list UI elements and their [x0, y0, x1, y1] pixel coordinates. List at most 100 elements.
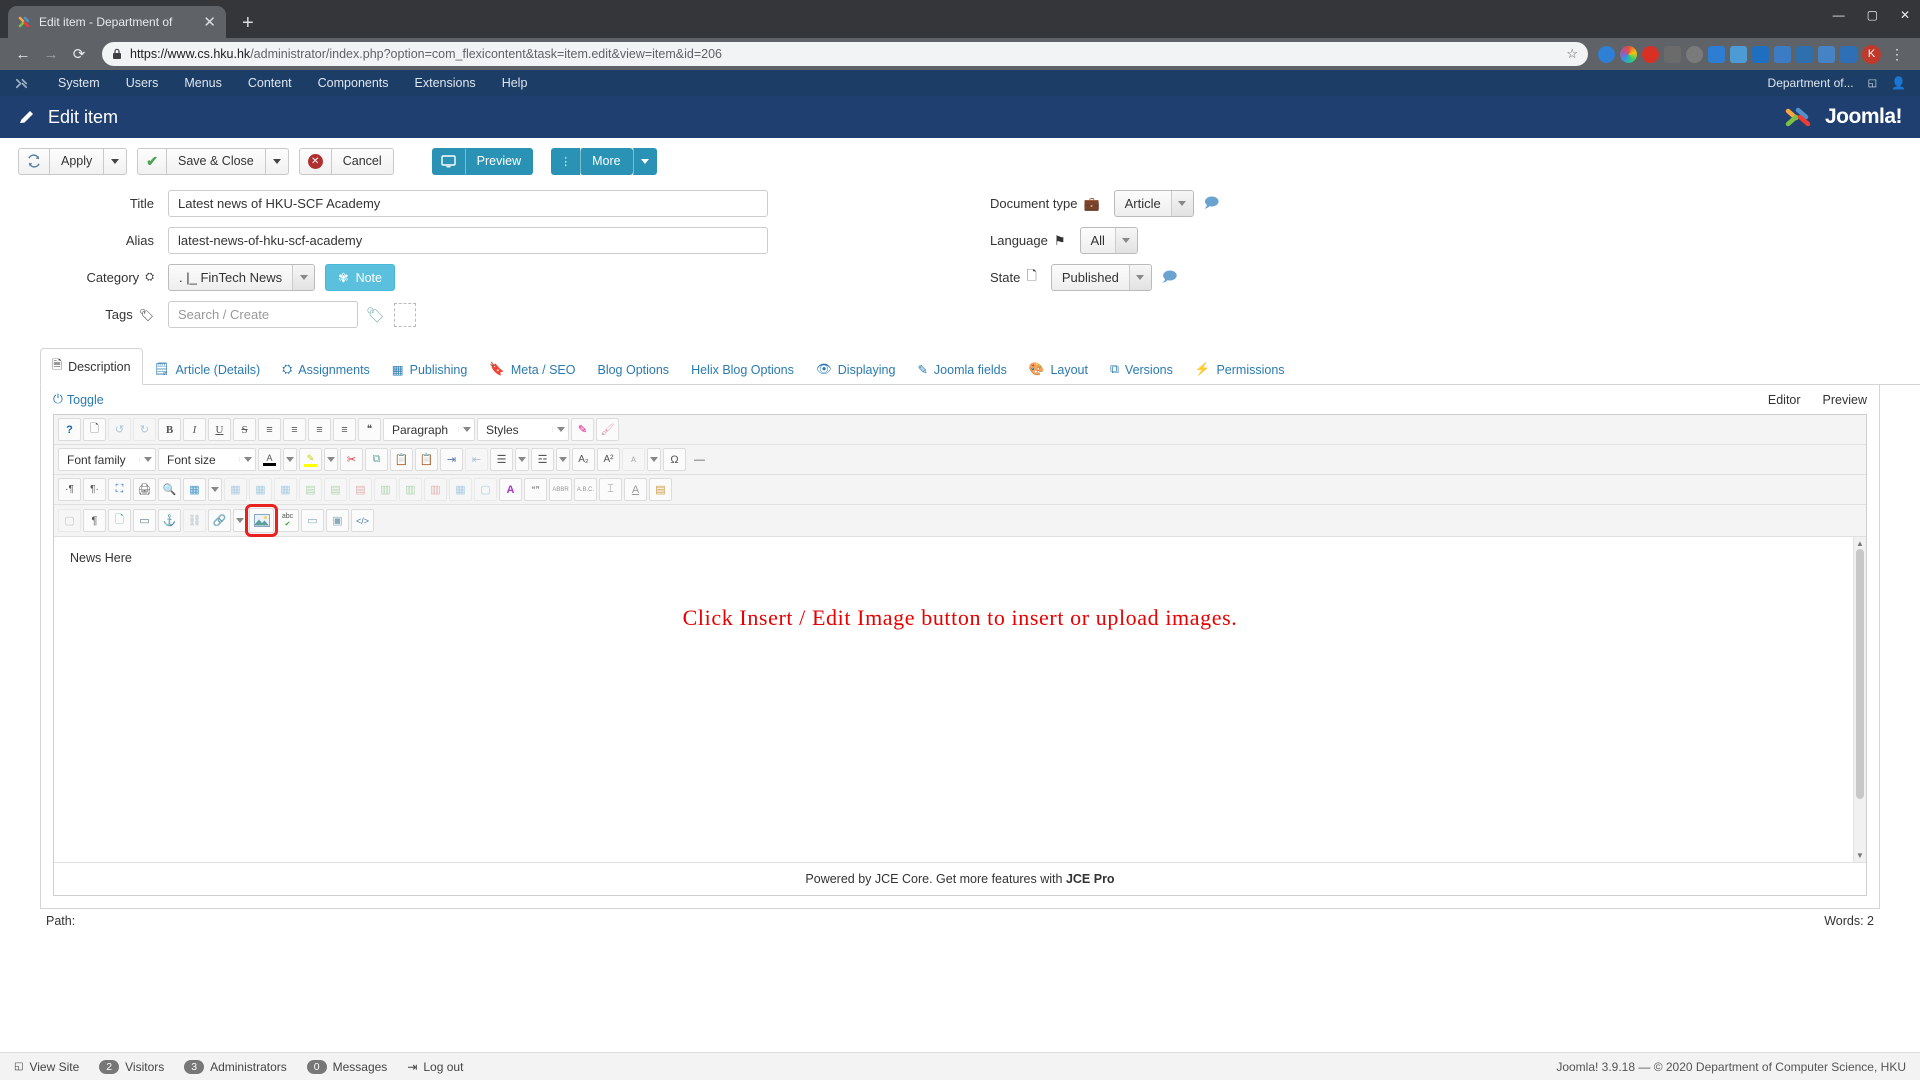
del-icon[interactable]: A: [624, 478, 647, 501]
insert-column-after-icon[interactable]: ▥: [399, 478, 422, 501]
paste-as-text-icon[interactable]: 📋: [415, 448, 438, 471]
tab-article-details[interactable]: 🗒 Article (Details): [143, 355, 272, 384]
close-icon[interactable]: ✕: [201, 15, 218, 30]
align-left-icon[interactable]: ≡: [308, 418, 331, 441]
doctype-select[interactable]: Article: [1113, 190, 1194, 217]
view-site-link[interactable]: ◱ View Site: [14, 1060, 79, 1074]
preview-mode-button[interactable]: Preview: [1823, 393, 1867, 407]
paragraph-format-select[interactable]: Paragraph: [383, 418, 475, 441]
insert-readmore-icon[interactable]: ▭: [133, 509, 156, 532]
clear-formatting-dropdown[interactable]: [647, 448, 661, 471]
scroll-down-icon[interactable]: ▼: [1856, 851, 1864, 860]
template-icon[interactable]: ▣: [326, 509, 349, 532]
tab-joomla-fields[interactable]: ✎ Joomla fields: [906, 355, 1017, 384]
bookmark-star-icon[interactable]: ☆: [1566, 46, 1578, 62]
link-icon[interactable]: 🔗: [208, 509, 231, 532]
monitor-icon[interactable]: [431, 147, 465, 175]
horizontal-rule-icon[interactable]: —: [688, 448, 711, 471]
ordered-list-dropdown[interactable]: [515, 448, 529, 471]
tab-displaying[interactable]: 👁 Displaying: [805, 355, 907, 384]
styles-select[interactable]: Styles: [477, 418, 569, 441]
chevron-down-icon[interactable]: [1114, 228, 1137, 253]
tab-meta-seo[interactable]: 🔖 Meta / SEO: [478, 355, 586, 384]
tags-input[interactable]: Search / Create: [168, 301, 358, 328]
comment-icon[interactable]: 🗩: [1162, 266, 1178, 290]
format-painter-icon[interactable]: 🖌: [596, 418, 619, 441]
italic-icon[interactable]: I: [183, 418, 206, 441]
visitors-status[interactable]: 2 Visitors: [99, 1059, 164, 1074]
acronym-icon[interactable]: A.B.C.: [574, 478, 597, 501]
grid-icon[interactable]: [1730, 45, 1747, 63]
visual-blocks-icon[interactable]: ▢: [58, 509, 81, 532]
user-icon[interactable]: 👤: [1891, 76, 1906, 90]
horizontal-rule-2-icon[interactable]: ▭: [301, 509, 324, 532]
refresh-icon[interactable]: [18, 147, 50, 175]
adblock-icon[interactable]: [1642, 45, 1659, 63]
apply-dropdown-toggle[interactable]: [104, 147, 128, 175]
insert-table-icon[interactable]: ▦: [183, 478, 206, 501]
more-dropdown-toggle[interactable]: [632, 147, 657, 175]
tab-description[interactable]: 🗎 Description: [40, 348, 143, 385]
cite-icon[interactable]: ⌶: [599, 478, 622, 501]
abbreviation-icon[interactable]: ABBR: [549, 478, 572, 501]
new-document-icon[interactable]: 🗋: [83, 418, 106, 441]
underline-icon[interactable]: U: [208, 418, 231, 441]
delete-table-icon[interactable]: ▦: [224, 478, 247, 501]
clock-icon[interactable]: [1686, 45, 1703, 63]
comment-icon[interactable]: 🗩: [1204, 192, 1220, 216]
outdent-icon[interactable]: ⇤: [465, 448, 488, 471]
font-family-select[interactable]: Font family: [58, 448, 156, 471]
admin-menu-menus[interactable]: Menus: [171, 70, 235, 96]
logout-link[interactable]: ⇥ Log out: [407, 1060, 463, 1074]
table-dropdown[interactable]: [208, 478, 222, 501]
insert-column-before-icon[interactable]: ▥: [374, 478, 397, 501]
blockquote-icon[interactable]: ❝: [358, 418, 381, 441]
chevron-down-icon[interactable]: [292, 265, 315, 290]
subscript-icon[interactable]: A₂: [572, 448, 595, 471]
more-button[interactable]: More: [580, 147, 633, 175]
scrollbar-thumb[interactable]: [1856, 549, 1864, 799]
chevron-down-icon[interactable]: [552, 427, 568, 432]
tab-layout[interactable]: 🎨 Layout: [1018, 355, 1099, 384]
vertical-dots-icon[interactable]: ⋮: [551, 147, 581, 175]
address-bar[interactable]: https://www.cs.hku.hk/administrator/inde…: [102, 42, 1588, 66]
search-replace-icon[interactable]: 🔍: [158, 478, 181, 501]
copy-icon[interactable]: ⧉: [365, 448, 388, 471]
gear-icon[interactable]: [1774, 45, 1791, 63]
save-dropdown-toggle[interactable]: [265, 147, 289, 175]
delete-row-icon[interactable]: ▤: [349, 478, 372, 501]
delete-column-icon[interactable]: ▥: [424, 478, 447, 501]
save-close-button[interactable]: Save & Close: [167, 147, 266, 175]
redo-icon[interactable]: ↻: [133, 418, 156, 441]
tab-assignments[interactable]: ⛭ Assignments: [271, 355, 381, 384]
tab-publishing[interactable]: ▦ Publishing: [381, 355, 479, 384]
chevron-down-icon[interactable]: [139, 457, 155, 462]
color-wheel-icon[interactable]: [1620, 45, 1637, 63]
attributes-icon[interactable]: ▤: [649, 478, 672, 501]
highlight-color-dropdown[interactable]: [324, 448, 338, 471]
anchor-icon[interactable]: ⚓: [158, 509, 181, 532]
add-tag-icon[interactable]: 🏷: [366, 306, 385, 324]
clear-formatting-icon[interactable]: ᴀ: [622, 448, 645, 471]
text-color-icon[interactable]: A: [258, 448, 281, 471]
site-name-link[interactable]: Department of...: [1768, 76, 1854, 90]
new-tab-button[interactable]: +: [242, 13, 254, 33]
tab-permissions[interactable]: ⚡ Permissions: [1184, 355, 1296, 384]
jce-pro-link[interactable]: JCE Pro: [1066, 872, 1115, 886]
align-justify-icon[interactable]: ≡: [258, 418, 281, 441]
source-code-icon[interactable]: </>: [351, 509, 374, 532]
superscript-icon[interactable]: A²: [597, 448, 620, 471]
preview-button[interactable]: Preview: [464, 147, 534, 175]
note-button[interactable]: ✾ Note: [325, 264, 395, 291]
admin-menu-users[interactable]: Users: [113, 70, 172, 96]
highlight-color-icon[interactable]: ✎: [299, 448, 322, 471]
title-input[interactable]: Latest news of HKU-SCF Academy: [168, 190, 768, 217]
align-right-icon[interactable]: ≡: [333, 418, 356, 441]
chevron-down-icon[interactable]: [239, 457, 255, 462]
administrators-status[interactable]: 3 Administrators: [184, 1059, 287, 1074]
visual-characters-icon[interactable]: ¶: [83, 509, 106, 532]
insert-edit-image-icon[interactable]: [245, 504, 278, 537]
unordered-list-icon[interactable]: ☲: [531, 448, 554, 471]
blue-icon[interactable]: [1752, 45, 1769, 63]
chevron-down-icon[interactable]: [1128, 265, 1151, 290]
